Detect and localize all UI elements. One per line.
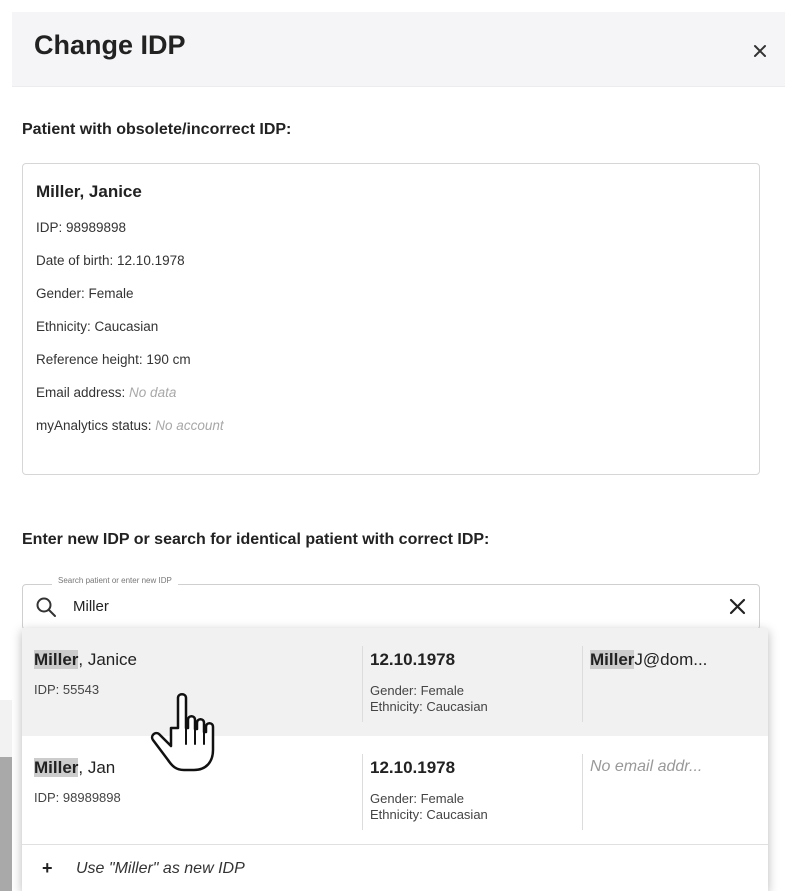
result-ethnicity: Ethnicity: Caucasian: [370, 699, 488, 714]
search-result-row[interactable]: Miller, Jan IDP: 98989898 12.10.1978 Gen…: [22, 736, 768, 844]
search-result-row[interactable]: Miller, Janice IDP: 55543 12.10.1978 Gen…: [22, 628, 768, 736]
result-idp: IDP: 98989898: [34, 790, 121, 805]
result-demographics: Gender: Female Ethnicity: Caucasian: [370, 683, 488, 715]
result-name-rest: , Jan: [78, 758, 116, 777]
result-name-match: Miller: [34, 758, 79, 777]
result-demographics: Gender: Female Ethnicity: Caucasian: [370, 791, 488, 823]
patient-name: Miller, Janice: [36, 182, 142, 201]
patient-search-field[interactable]: [22, 584, 760, 630]
patient-gender: Gender: Female: [36, 286, 134, 301]
result-gender: Gender: Female: [370, 791, 464, 806]
obsolete-patient-label: Patient with obsolete/incorrect IDP:: [22, 121, 292, 138]
search-section-label: Enter new IDP or search for identical pa…: [22, 531, 490, 548]
result-email: MillerJ@dom...: [590, 650, 760, 670]
patient-analytics-value: No account: [155, 418, 224, 433]
use-as-new-idp-option[interactable]: + Use "Miller" as new IDP: [22, 845, 768, 891]
patient-analytics-status: myAnalytics status: No account: [36, 418, 224, 433]
result-idp: IDP: 55543: [34, 682, 100, 697]
clear-icon[interactable]: [729, 598, 746, 615]
result-name-match: Miller: [34, 650, 79, 669]
column-divider: [362, 646, 363, 722]
search-results-dropdown: Miller, Janice IDP: 55543 12.10.1978 Gen…: [22, 628, 768, 891]
close-icon[interactable]: [749, 40, 771, 62]
column-divider: [362, 754, 363, 830]
patient-idp: IDP: 98989898: [36, 220, 127, 235]
search-field-legend: Search patient or enter new IDP: [52, 576, 178, 585]
result-ethnicity: Ethnicity: Caucasian: [370, 807, 488, 822]
result-email-rest: J@dom...: [634, 650, 708, 669]
patient-email-value: No data: [129, 385, 177, 400]
result-name: Miller, Janice: [34, 650, 137, 670]
result-email-match: Miller: [590, 650, 635, 669]
column-divider: [582, 646, 583, 722]
search-input[interactable]: [73, 595, 673, 617]
result-dob: 12.10.1978: [370, 758, 456, 777]
use-as-new-idp-label: Use "Miller" as new IDP: [76, 860, 245, 877]
patient-analytics-label: myAnalytics status:: [36, 418, 156, 433]
search-icon: [36, 597, 56, 617]
column-divider: [582, 754, 583, 830]
plus-icon: +: [42, 858, 53, 878]
patient-email-label: Email address:: [36, 385, 130, 400]
patient-dob: Date of birth: 12.10.1978: [36, 253, 185, 268]
dialog-title: Change IDP: [34, 30, 186, 60]
obsolete-patient-card: Miller, Janice IDP: 98989898 Date of bir…: [22, 163, 760, 475]
result-name-rest: , Janice: [78, 650, 137, 669]
result-name: Miller, Jan: [34, 758, 115, 778]
result-email-empty: No email addr...: [590, 758, 703, 775]
patient-ethnicity: Ethnicity: Caucasian: [36, 319, 159, 334]
dialog-header: Change IDP: [12, 12, 785, 87]
result-gender: Gender: Female: [370, 683, 464, 698]
result-dob: 12.10.1978: [370, 650, 456, 669]
patient-height: Reference height: 190 cm: [36, 352, 191, 367]
patient-email: Email address: No data: [36, 385, 176, 400]
